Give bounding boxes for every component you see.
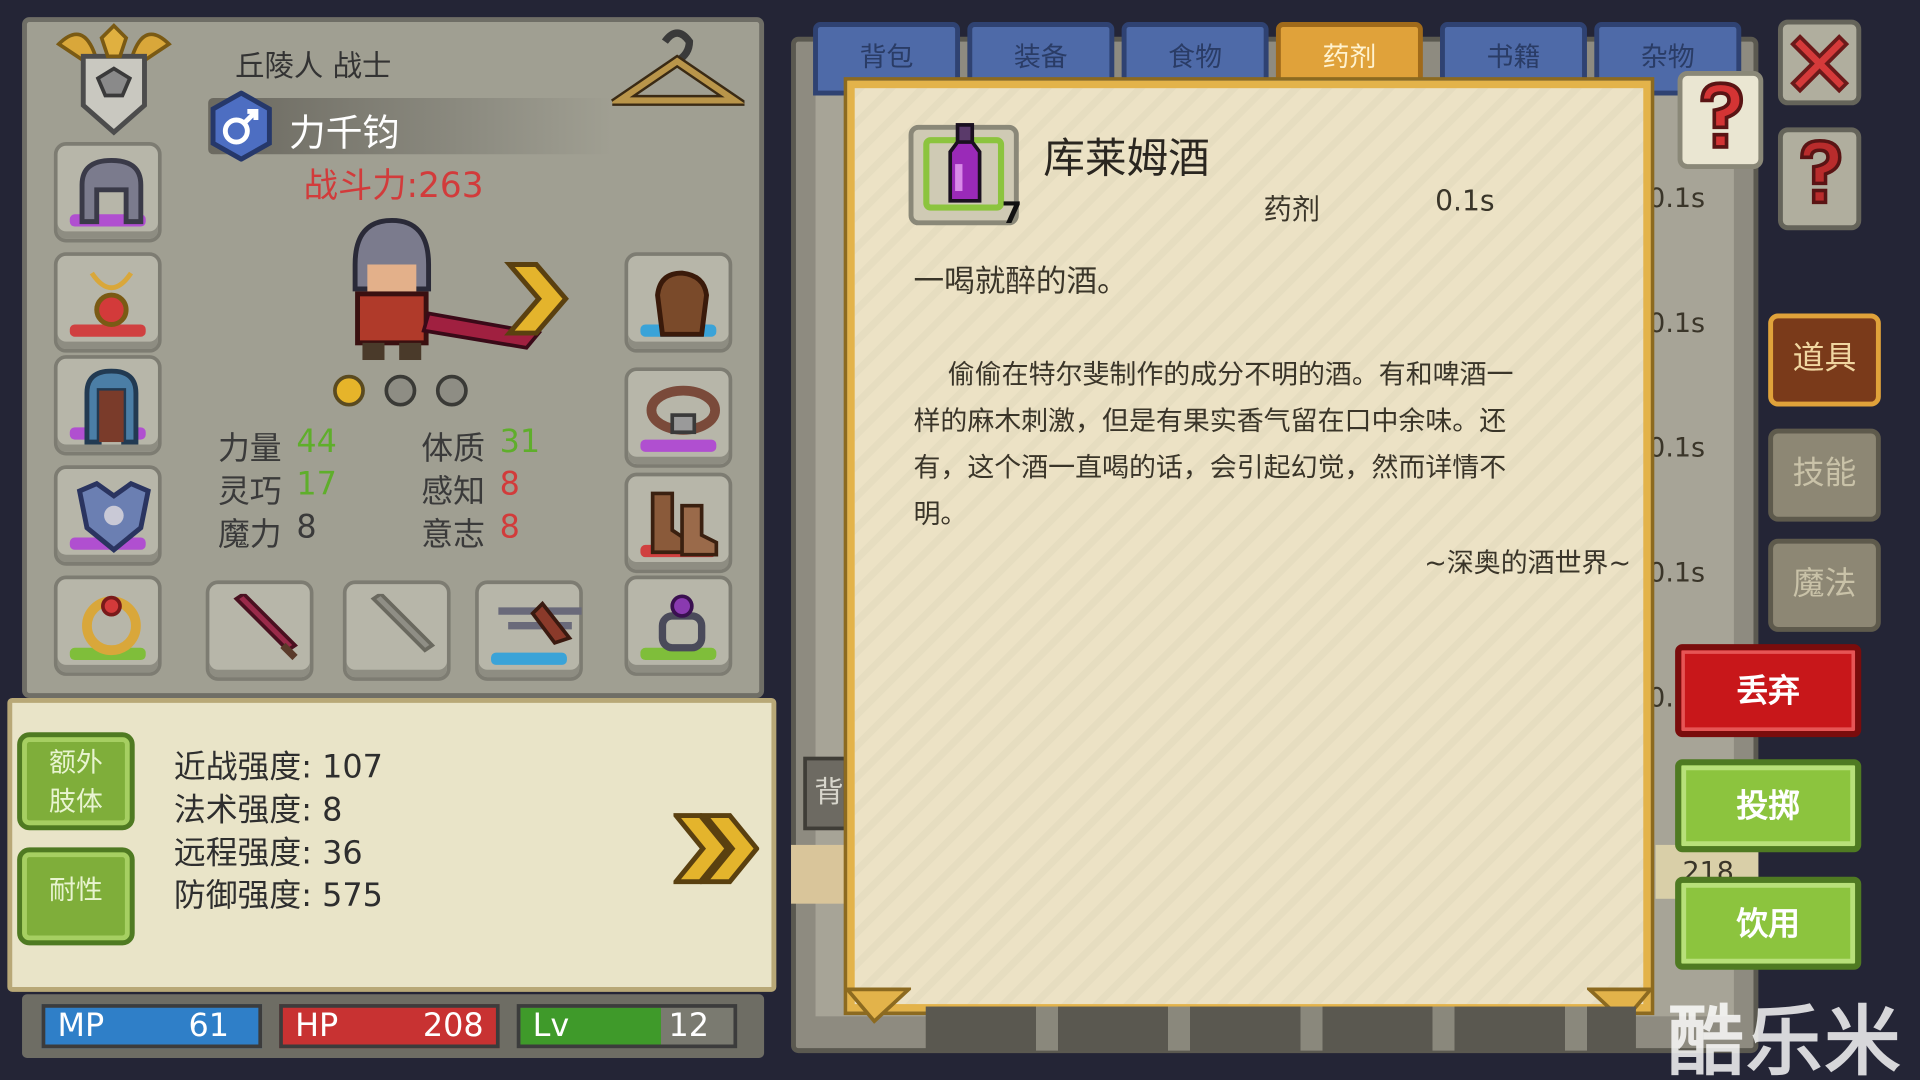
help-button-item[interactable]	[1677, 71, 1764, 169]
next-character-arrow-icon[interactable]	[502, 260, 571, 338]
game-screen: 背包装备食物药剂书籍杂物 0.1s0.1s0.1s0.1s0.1s 218 背 …	[0, 0, 1920, 1080]
item-count: 7	[1001, 195, 1023, 231]
stat-label: 力量	[217, 431, 282, 468]
item-category: 药剂	[1263, 194, 1321, 227]
class-emblem-icon	[55, 23, 172, 136]
boots-icon	[650, 491, 719, 557]
sword-icon	[233, 593, 298, 661]
lore-line: 有，这个酒一直喝的话，会引起幻觉，然而详情不	[913, 453, 1507, 484]
stat-label: 灵巧	[217, 473, 282, 511]
race-class-label: 丘陵人 战士	[235, 48, 392, 84]
stat-value: 8	[296, 509, 317, 547]
cloak-icon	[84, 368, 139, 445]
close-icon	[1790, 34, 1850, 94]
stat-value: 8	[499, 466, 520, 504]
slot-gloves[interactable]	[624, 252, 733, 353]
armor-icon	[76, 480, 151, 553]
slot-helmet[interactable]	[53, 142, 162, 243]
lv-label: Lv	[532, 1007, 570, 1045]
mp-value: 61	[188, 1007, 229, 1045]
category-button-0[interactable]: 道具	[1768, 313, 1881, 407]
slot-ranged[interactable]	[475, 580, 583, 681]
item-short-description: 一喝就醉的酒。	[913, 263, 1128, 299]
slot-belt[interactable]	[624, 367, 733, 468]
item-use-time: 0.1s	[1435, 186, 1495, 218]
lore-line: 样的麻木刺激，但是有果实香气留在口中余味。还	[913, 406, 1507, 438]
item-name: 库莱姆酒	[1043, 134, 1210, 184]
background-time: 0.1s	[1648, 558, 1706, 589]
page-dot-1[interactable]	[333, 374, 365, 407]
drink-button[interactable]: 饮用	[1675, 876, 1862, 970]
extra-limbs-button[interactable]: 额外 肢体	[17, 732, 135, 831]
slot-ring-left[interactable]	[53, 575, 162, 676]
helmet-icon	[79, 157, 144, 225]
question-icon	[1700, 81, 1744, 149]
help-button-list[interactable]	[1777, 127, 1862, 231]
bottom-hex-row	[925, 1006, 1636, 1051]
item-detail-popup: 7 库莱姆酒 药剂 0.1s 一喝就醉的酒。 偷偷在特尔斐制作的成分不明的酒。有…	[847, 80, 1651, 1012]
strength-line: 防御强度: 575	[173, 877, 383, 915]
throw-button[interactable]: 投掷	[1675, 759, 1862, 853]
wine-bottle-icon	[948, 123, 982, 203]
male-icon	[210, 90, 272, 162]
extra-limbs-label-2: 肢体	[48, 787, 103, 818]
background-time: 0.1s	[1648, 183, 1706, 215]
ring-purple-icon	[658, 594, 706, 652]
sword-ghost-icon	[370, 593, 436, 653]
slot-cloak[interactable]	[53, 355, 162, 456]
background-time: 0.1s	[1648, 433, 1706, 465]
watermark: 酷乐米	[1667, 996, 1903, 1080]
stat-label: 体质	[421, 431, 485, 468]
mp-label: MP	[57, 1007, 105, 1045]
lv-bar: Lv 12	[516, 1004, 738, 1049]
slot-boots[interactable]	[624, 472, 733, 574]
slot-armor[interactable]	[53, 465, 162, 566]
strength-line: 近战强度: 107	[173, 749, 383, 787]
slot-weapon-off[interactable]	[342, 580, 451, 681]
belt-icon	[646, 385, 721, 435]
slot-weapon-main[interactable]	[205, 580, 314, 681]
strength-line: 法术强度: 8	[173, 792, 343, 829]
slot-ring-right[interactable]	[624, 575, 733, 676]
expand-arrow-icon[interactable]	[673, 811, 760, 887]
background-time: 0.1s	[1648, 308, 1706, 340]
stat-value: 44	[296, 423, 337, 461]
background-strip	[791, 844, 850, 904]
amulet-icon	[89, 271, 134, 327]
stat-label: 魔力	[217, 516, 282, 554]
hp-value: 208	[422, 1007, 484, 1045]
page-dot-3[interactable]	[435, 374, 468, 407]
stat-value: 31	[499, 423, 541, 461]
background-partial-tab[interactable]: 背	[803, 756, 848, 831]
category-button-2[interactable]: 魔法	[1768, 538, 1881, 632]
character-name: 力千钧	[288, 112, 400, 156]
hanger-icon[interactable]	[609, 24, 745, 122]
mp-bar: MP 61	[41, 1004, 263, 1049]
lore-line: 明。	[913, 499, 968, 531]
hp-label: HP	[295, 1007, 339, 1045]
page-dot-2[interactable]	[384, 374, 417, 407]
stat-value: 8	[499, 509, 520, 547]
stat-label: 感知	[421, 473, 485, 511]
extra-limbs-label-1: 额外	[48, 748, 103, 779]
close-button[interactable]	[1777, 19, 1862, 106]
lv-value: 12	[668, 1007, 709, 1045]
item-source: ~深奥的酒世界~	[1424, 548, 1632, 580]
gloves-icon	[655, 270, 710, 337]
slot-amulet[interactable]	[53, 252, 162, 353]
crossbow-icon	[498, 600, 582, 646]
endurance-button[interactable]: 耐性	[17, 847, 135, 946]
stat-value: 17	[296, 466, 337, 504]
category-button-1[interactable]: 技能	[1768, 428, 1881, 522]
popup-corner-left	[844, 987, 912, 1024]
discard-button[interactable]: 丢弃	[1675, 644, 1862, 738]
strength-line: 远程强度: 36	[173, 835, 363, 872]
ring-icon	[82, 595, 141, 656]
combat-power: 战斗力:263	[303, 165, 484, 206]
lore-line: 偷偷在特尔斐制作的成分不明的酒。有和啤酒一	[947, 360, 1514, 391]
question-icon	[1800, 138, 1842, 205]
hp-bar: HP 208	[279, 1004, 500, 1049]
stat-label: 意志	[421, 516, 485, 554]
